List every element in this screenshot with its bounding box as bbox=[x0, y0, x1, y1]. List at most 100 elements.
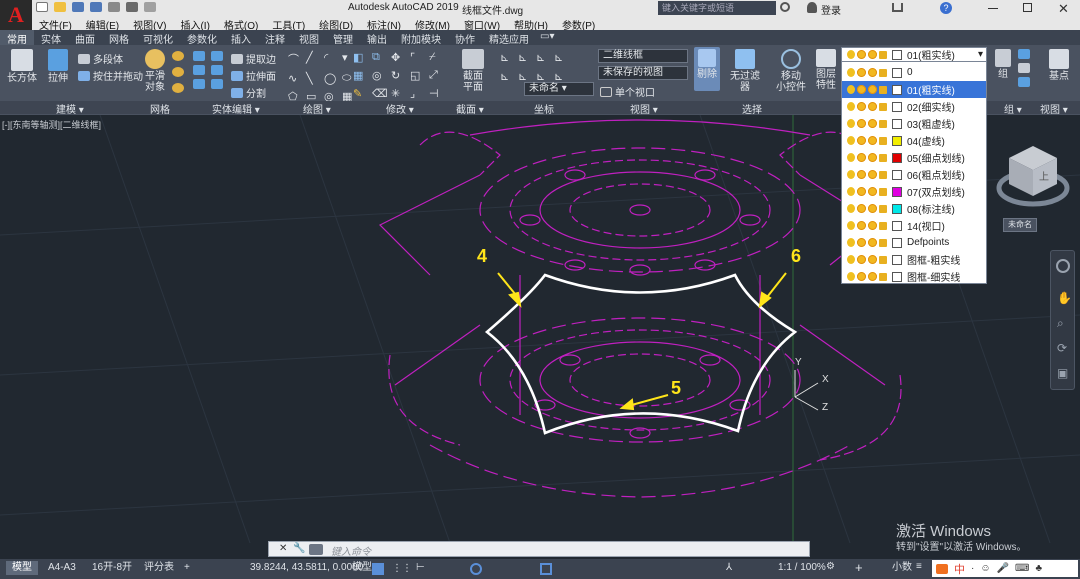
filter-button[interactable]: 无过滤器 bbox=[726, 49, 764, 93]
layer-thaw-icon[interactable] bbox=[857, 119, 866, 128]
layer-row[interactable]: 03(粗虚线) bbox=[842, 115, 986, 132]
move-icon[interactable]: ✥ bbox=[391, 51, 407, 64]
panel-modeling[interactable]: 建模 ▾ bbox=[56, 101, 84, 116]
box-button[interactable]: 长方体 bbox=[6, 49, 38, 84]
panel-modify[interactable]: 修改 ▾ bbox=[386, 101, 414, 116]
close-button[interactable]: ✕ bbox=[1058, 1, 1069, 17]
tab-addins[interactable]: 附加模块 bbox=[394, 30, 448, 46]
units-readout[interactable]: 小数 bbox=[886, 561, 918, 575]
layer-row[interactable]: 04(虚线) bbox=[842, 132, 986, 149]
layer-row[interactable]: 02(细实线) bbox=[842, 98, 986, 115]
maximize-button[interactable] bbox=[1023, 3, 1032, 12]
line-icon[interactable]: ╱ bbox=[306, 51, 320, 67]
break-icon[interactable]: ⊣ bbox=[429, 87, 445, 100]
layer-viewport-thaw-icon[interactable] bbox=[868, 153, 877, 162]
circle-icon[interactable]: ◯ bbox=[324, 72, 338, 85]
layer-viewport-thaw-icon[interactable] bbox=[868, 255, 877, 264]
fillet-icon[interactable]: ⌜ bbox=[410, 51, 426, 64]
layer-on-icon[interactable] bbox=[847, 153, 855, 162]
tab-mesh[interactable]: 网格 bbox=[102, 30, 136, 46]
layer-unlock-icon[interactable] bbox=[879, 255, 887, 264]
layer-on-icon[interactable] bbox=[847, 204, 855, 213]
redo-icon[interactable] bbox=[144, 2, 156, 12]
mesh-crease-icon[interactable] bbox=[172, 67, 184, 77]
open-file-icon[interactable] bbox=[54, 2, 66, 12]
tab-layout-score[interactable]: 评分表 bbox=[138, 561, 180, 575]
arc-icon[interactable]: ◜ bbox=[324, 51, 338, 67]
group-select-icon[interactable] bbox=[1018, 77, 1030, 87]
layer-on-icon[interactable] bbox=[847, 221, 855, 230]
ucs-icon[interactable]: ⊾ bbox=[500, 51, 516, 64]
thicken-icon[interactable] bbox=[211, 79, 223, 89]
group-edit-icon[interactable] bbox=[1018, 49, 1030, 59]
copy-icon[interactable]: ⧉ bbox=[372, 51, 388, 64]
showmotion-icon[interactable]: ▣ bbox=[1057, 366, 1068, 380]
layer-row[interactable]: 图框-细实线 bbox=[842, 268, 986, 285]
layer-viewport-thaw-icon[interactable] bbox=[868, 221, 877, 230]
presspull-button[interactable]: 按住并拖动 bbox=[78, 68, 143, 83]
command-line[interactable]: ✕ 🔧 键入命令 bbox=[268, 541, 810, 558]
array-icon[interactable]: ▦ bbox=[353, 69, 369, 82]
steering-wheel-icon[interactable] bbox=[1056, 259, 1070, 273]
polyline-icon[interactable]: ⌒ bbox=[288, 51, 302, 67]
login-link[interactable]: 登录 bbox=[821, 2, 841, 17]
panel-draw[interactable]: 绘图 ▾ bbox=[303, 101, 331, 116]
annotation-scale[interactable]: 1:1 / 100% bbox=[772, 561, 832, 575]
help-icon[interactable]: ? bbox=[940, 2, 952, 14]
new-file-icon[interactable] bbox=[36, 2, 48, 12]
layer-on-icon[interactable] bbox=[847, 136, 855, 145]
layer-on-icon[interactable] bbox=[847, 85, 855, 94]
panel-group[interactable]: 组 ▾ bbox=[1004, 101, 1022, 116]
layer-viewport-thaw-icon[interactable] bbox=[868, 187, 877, 196]
command-history-icon[interactable] bbox=[309, 544, 323, 555]
layer-row[interactable]: Defpoints bbox=[842, 234, 986, 251]
layer-unlock-icon[interactable] bbox=[879, 204, 887, 213]
tab-collaborate[interactable]: 协作 bbox=[448, 30, 482, 46]
add-layout-button[interactable]: + bbox=[178, 561, 196, 575]
skin-icon[interactable]: ♣ bbox=[1035, 563, 1042, 574]
visual-style-combo[interactable]: 二维线框 bbox=[598, 49, 688, 63]
layer-on-icon[interactable] bbox=[847, 170, 855, 179]
keyboard-icon[interactable]: ⌨ bbox=[1015, 563, 1029, 574]
layer-on-icon[interactable] bbox=[847, 187, 855, 196]
tab-parametric[interactable]: 参数化 bbox=[180, 30, 224, 46]
tab-surface[interactable]: 曲面 bbox=[68, 30, 102, 46]
polysolid-button[interactable]: 多段体 bbox=[78, 51, 123, 66]
layer-thaw-icon[interactable] bbox=[857, 136, 866, 145]
panel-selection[interactable]: 选择 bbox=[742, 101, 762, 116]
extrude-button[interactable]: 拉伸 bbox=[44, 49, 72, 84]
tab-output[interactable]: 输出 bbox=[360, 30, 394, 46]
ime-mode[interactable]: 中 bbox=[954, 561, 965, 577]
voice-icon[interactable]: 🎤 bbox=[997, 563, 1009, 574]
panel-view-2[interactable]: 视图 ▾ bbox=[1040, 101, 1068, 116]
layer-unlock-icon[interactable] bbox=[879, 119, 887, 128]
explode-icon[interactable]: ✳ bbox=[391, 87, 407, 100]
layer-row[interactable]: 08(标注线) bbox=[842, 200, 986, 217]
ribbon-toggle-icon[interactable]: ▭▾ bbox=[536, 30, 558, 45]
ray-icon[interactable]: ╲ bbox=[306, 72, 320, 85]
viewport-controls-label[interactable]: [-][东南等轴测][二维线框] bbox=[2, 118, 101, 131]
ucs-world-icon[interactable]: ⊾ bbox=[518, 51, 534, 64]
layer-unlock-icon[interactable] bbox=[879, 136, 887, 145]
layer-viewport-thaw-icon[interactable] bbox=[868, 204, 877, 213]
layer-viewport-thaw-icon[interactable] bbox=[868, 272, 877, 281]
subtract-icon[interactable] bbox=[211, 51, 223, 61]
emoji-icon[interactable]: ☺ bbox=[980, 563, 990, 574]
layer-on-icon[interactable] bbox=[847, 272, 855, 281]
search-icon[interactable] bbox=[780, 2, 790, 12]
named-view-button[interactable]: 未命名 bbox=[1003, 218, 1037, 232]
panel-coordinates[interactable]: 坐标 bbox=[534, 101, 554, 116]
layer-viewport-thaw-icon[interactable] bbox=[868, 119, 877, 128]
viewport-config-button[interactable]: 单个视口 bbox=[600, 84, 655, 99]
layer-unlock-icon[interactable] bbox=[879, 102, 887, 111]
erase-icon[interactable]: ⌫ bbox=[372, 87, 388, 100]
layer-combo[interactable]: 01(粗实线) ▾ bbox=[841, 47, 987, 62]
minimize-button[interactable] bbox=[988, 8, 998, 9]
layer-unlock-icon[interactable] bbox=[879, 187, 887, 196]
layer-row[interactable]: 图框-粗实线 bbox=[842, 251, 986, 268]
polar-icon[interactable] bbox=[470, 563, 482, 575]
slice-icon[interactable] bbox=[193, 79, 205, 89]
tab-model[interactable]: 模型 bbox=[6, 561, 38, 575]
osnap-icon[interactable] bbox=[540, 563, 552, 575]
layer-viewport-thaw-icon[interactable] bbox=[868, 102, 877, 111]
